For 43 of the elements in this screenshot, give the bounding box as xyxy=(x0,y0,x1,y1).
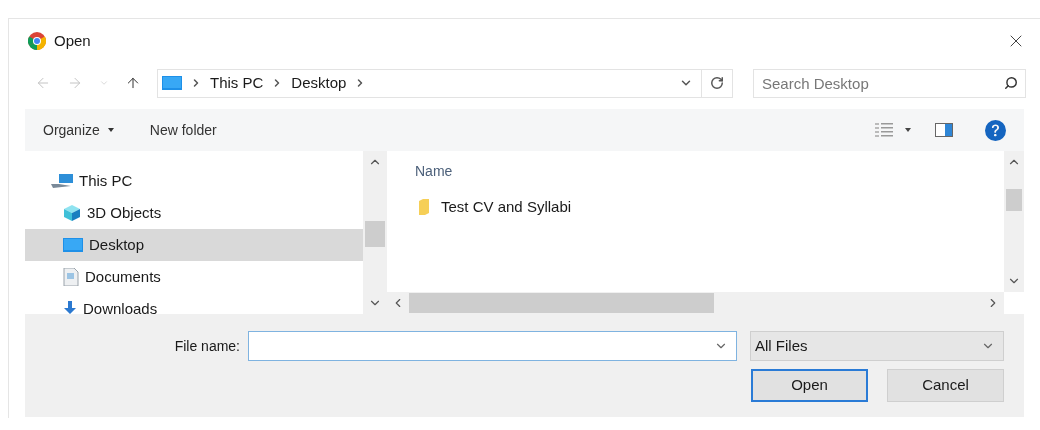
scrollbar-thumb[interactable] xyxy=(365,221,385,247)
right-arrow-icon xyxy=(67,75,83,91)
window-title: Open xyxy=(54,30,91,51)
file-row[interactable]: Test CV and Syllabi xyxy=(415,196,1004,219)
preview-pane-button[interactable] xyxy=(935,123,953,137)
scrollbar-thumb[interactable] xyxy=(1006,189,1022,211)
help-button[interactable] xyxy=(985,119,1006,141)
document-icon xyxy=(63,268,79,286)
folder-icon xyxy=(419,199,429,216)
caret-icon xyxy=(107,128,114,132)
desktop-icon xyxy=(63,238,83,252)
open-button[interactable]: Open xyxy=(751,369,868,402)
breadcrumb-item[interactable]: This PC xyxy=(210,71,264,95)
file-name-field[interactable] xyxy=(248,331,737,361)
search-field[interactable]: Search Desktop xyxy=(753,68,1026,98)
view-options-button[interactable] xyxy=(875,122,911,138)
navigation-item[interactable]: Downloads xyxy=(25,293,363,314)
breadcrumb-item[interactable]: Desktop xyxy=(291,71,347,95)
monitor-icon xyxy=(162,76,182,90)
download-icon xyxy=(63,301,77,314)
preview-pane-icon xyxy=(935,123,953,137)
organize-button[interactable]: Organize xyxy=(43,119,114,141)
computer-icon xyxy=(51,174,73,188)
chevron-down-icon xyxy=(99,78,109,88)
up-arrow-icon xyxy=(125,75,141,91)
navigation-item[interactable]: 3D Objects xyxy=(25,197,363,229)
refresh-icon xyxy=(710,76,724,90)
navigation-item[interactable]: Desktop xyxy=(25,229,363,261)
file-name-label: File name: xyxy=(174,336,240,356)
column-header[interactable]: Name xyxy=(415,161,1004,182)
navigation-item[interactable]: This PC xyxy=(25,165,363,197)
scrollbar-thumb[interactable] xyxy=(409,293,714,313)
file-type-dropdown[interactable]: All Files xyxy=(750,331,1004,361)
navigation-item[interactable]: Documents xyxy=(25,261,363,293)
search-icon xyxy=(1004,75,1018,90)
list-view-icon xyxy=(875,122,893,138)
caret-icon xyxy=(905,128,911,132)
help-icon xyxy=(985,119,1006,141)
address-bar[interactable]: This PC Desktop xyxy=(157,68,733,98)
cancel-button[interactable]: Cancel xyxy=(887,369,1004,402)
browser-logo-icon xyxy=(28,32,46,50)
new-folder-button[interactable]: New folder xyxy=(149,119,217,141)
cube-icon xyxy=(63,204,81,222)
